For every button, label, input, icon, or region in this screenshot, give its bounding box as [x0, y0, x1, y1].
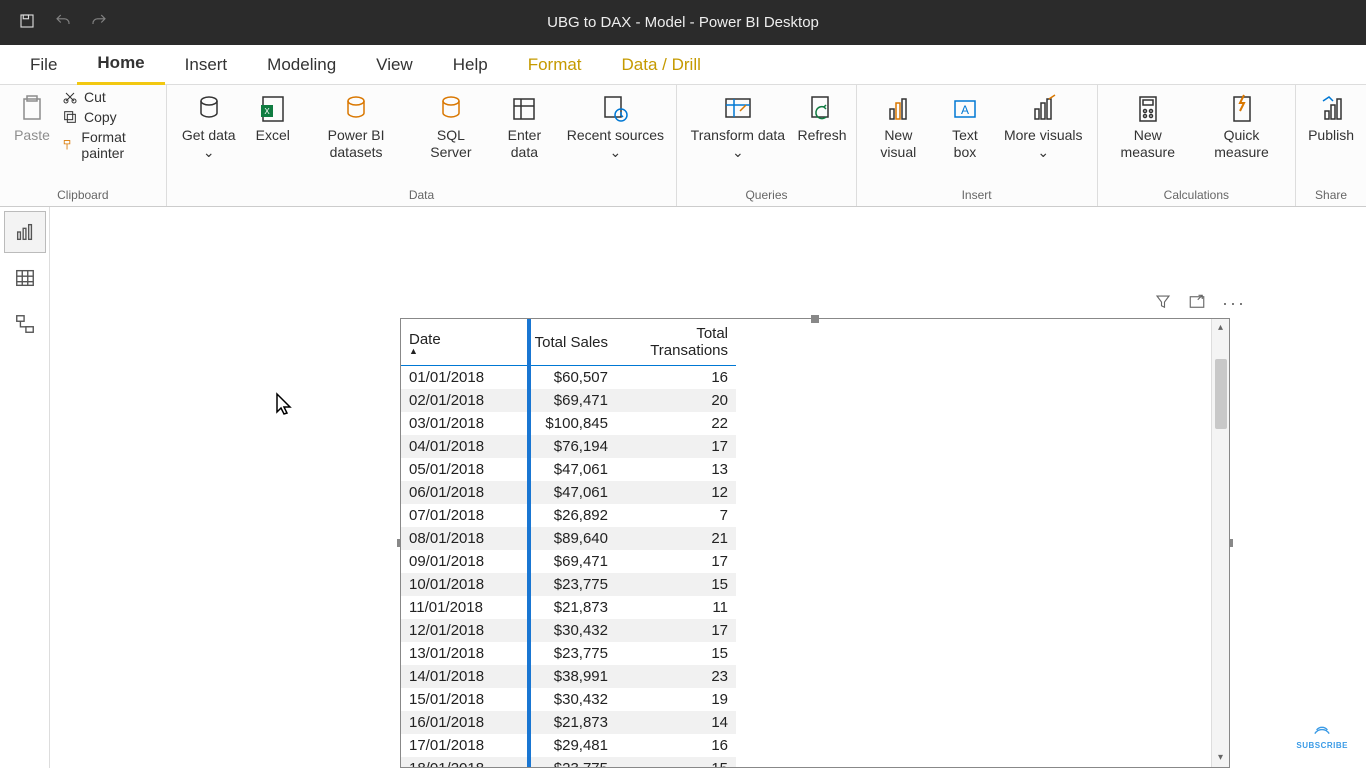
recentsources-button[interactable]: Recent sources ⌄: [562, 89, 668, 165]
data-table: Date▲ Total Sales Total Transations 01/0…: [401, 319, 736, 767]
table-row[interactable]: 11/01/2018$21,87311: [401, 596, 736, 619]
publish-button[interactable]: Publish: [1304, 89, 1358, 148]
table-visual[interactable]: Date▲ Total Sales Total Transations 01/0…: [400, 318, 1230, 768]
textbox-button[interactable]: AText box: [938, 89, 992, 165]
col-date[interactable]: Date▲: [401, 319, 521, 366]
group-label-insert: Insert: [865, 186, 1089, 206]
mouse-cursor-icon: [275, 392, 293, 422]
pbidatasets-button[interactable]: Power BI datasets: [303, 89, 410, 165]
ribbon-share-group: Publish Share: [1296, 85, 1366, 206]
menu-modeling[interactable]: Modeling: [247, 45, 356, 85]
cut-button[interactable]: Cut: [62, 89, 158, 105]
subscribe-watermark: SUBSCRIBE: [1296, 721, 1348, 750]
menu-view[interactable]: View: [356, 45, 433, 85]
title-bar: UBG to DAX - Model - Power BI Desktop: [0, 0, 1366, 45]
table-row[interactable]: 09/01/2018$69,47117: [401, 550, 736, 573]
getdata-button[interactable]: Get data ⌄: [175, 89, 243, 165]
copy-button[interactable]: Copy: [62, 109, 158, 125]
table-row[interactable]: 17/01/2018$29,48116: [401, 734, 736, 757]
enterdata-button[interactable]: Enter data: [492, 89, 556, 165]
scroll-down-icon[interactable]: ▾: [1212, 749, 1229, 767]
menu-insert[interactable]: Insert: [165, 45, 248, 85]
table-row[interactable]: 07/01/2018$26,8927: [401, 504, 736, 527]
newmeasure-button[interactable]: New measure: [1106, 89, 1190, 165]
ribbon-calc-group: New measure Quick measure Calculations: [1098, 85, 1296, 206]
transformdata-button[interactable]: Transform data ⌄: [685, 89, 790, 165]
formatpainter-button[interactable]: Format painter: [62, 129, 158, 161]
col-sales[interactable]: Total Sales: [521, 319, 616, 366]
table-row[interactable]: 14/01/2018$38,99123: [401, 665, 736, 688]
table-row[interactable]: 15/01/2018$30,43219: [401, 688, 736, 711]
menu-help[interactable]: Help: [433, 45, 508, 85]
vertical-scrollbar[interactable]: ▴ ▾: [1211, 319, 1229, 767]
ribbon-queries-group: Transform data ⌄ Refresh Queries: [677, 85, 856, 206]
sort-asc-icon: ▲: [409, 348, 513, 354]
view-rail: [0, 207, 50, 768]
quickmeasure-button[interactable]: Quick measure: [1196, 89, 1287, 165]
menu-bar: File Home Insert Modeling View Help Form…: [0, 45, 1366, 85]
table-row[interactable]: 16/01/2018$21,87314: [401, 711, 736, 734]
table-row[interactable]: 10/01/2018$23,77515: [401, 573, 736, 596]
group-label-clipboard: Clipboard: [8, 186, 158, 206]
table-row[interactable]: 03/01/2018$100,84522: [401, 412, 736, 435]
table-row[interactable]: 01/01/2018$60,50716: [401, 366, 736, 390]
group-label-calc: Calculations: [1106, 186, 1287, 206]
redo-icon[interactable]: [90, 12, 108, 33]
group-label-data: Data: [175, 186, 669, 206]
report-canvas[interactable]: ··· Date▲ Total Sales Total Transations …: [50, 207, 1366, 768]
scroll-thumb[interactable]: [1215, 359, 1227, 429]
paste-button[interactable]: Paste: [8, 89, 56, 148]
report-view-icon[interactable]: [4, 211, 46, 253]
table-row[interactable]: 12/01/2018$30,43217: [401, 619, 736, 642]
morevisuals-button[interactable]: More visuals ⌄: [998, 89, 1089, 165]
table-row[interactable]: 02/01/2018$69,47120: [401, 389, 736, 412]
menu-file[interactable]: File: [10, 45, 77, 85]
svg-text:A: A: [961, 103, 969, 117]
save-icon[interactable]: [18, 12, 36, 33]
refresh-button[interactable]: Refresh: [796, 89, 847, 148]
ribbon-clipboard-group: Paste Cut Copy Format painter Clipboard: [0, 85, 167, 206]
excel-button[interactable]: XExcel: [249, 89, 297, 148]
sqlserver-button[interactable]: SQL Server: [415, 89, 486, 165]
group-label-share: Share: [1304, 186, 1358, 206]
newvisual-button[interactable]: New visual: [865, 89, 932, 165]
ribbon-data-group: Get data ⌄ XExcel Power BI datasets SQL …: [167, 85, 678, 206]
table-row[interactable]: 08/01/2018$89,64021: [401, 527, 736, 550]
svg-text:X: X: [264, 107, 270, 116]
app-title: UBG to DAX - Model - Power BI Desktop: [547, 14, 819, 31]
group-label-queries: Queries: [685, 186, 847, 206]
menu-datadrill[interactable]: Data / Drill: [602, 45, 721, 85]
more-options-icon[interactable]: ···: [1222, 293, 1246, 316]
table-row[interactable]: 04/01/2018$76,19417: [401, 435, 736, 458]
table-row[interactable]: 13/01/2018$23,77515: [401, 642, 736, 665]
scroll-up-icon[interactable]: ▴: [1212, 319, 1229, 337]
menu-format[interactable]: Format: [508, 45, 602, 85]
data-view-icon[interactable]: [4, 257, 46, 299]
filter-icon[interactable]: [1154, 293, 1172, 316]
undo-icon[interactable]: [54, 12, 72, 33]
ribbon: Paste Cut Copy Format painter Clipboard …: [0, 85, 1366, 207]
ribbon-insert-group: New visual AText box More visuals ⌄ Inse…: [857, 85, 1098, 206]
table-row[interactable]: 18/01/2018$23,77515: [401, 757, 736, 767]
model-view-icon[interactable]: [4, 303, 46, 345]
col-trans[interactable]: Total Transations: [616, 319, 736, 366]
focus-mode-icon[interactable]: [1188, 293, 1206, 316]
table-row[interactable]: 06/01/2018$47,06112: [401, 481, 736, 504]
table-row[interactable]: 05/01/2018$47,06113: [401, 458, 736, 481]
menu-home[interactable]: Home: [77, 45, 164, 85]
